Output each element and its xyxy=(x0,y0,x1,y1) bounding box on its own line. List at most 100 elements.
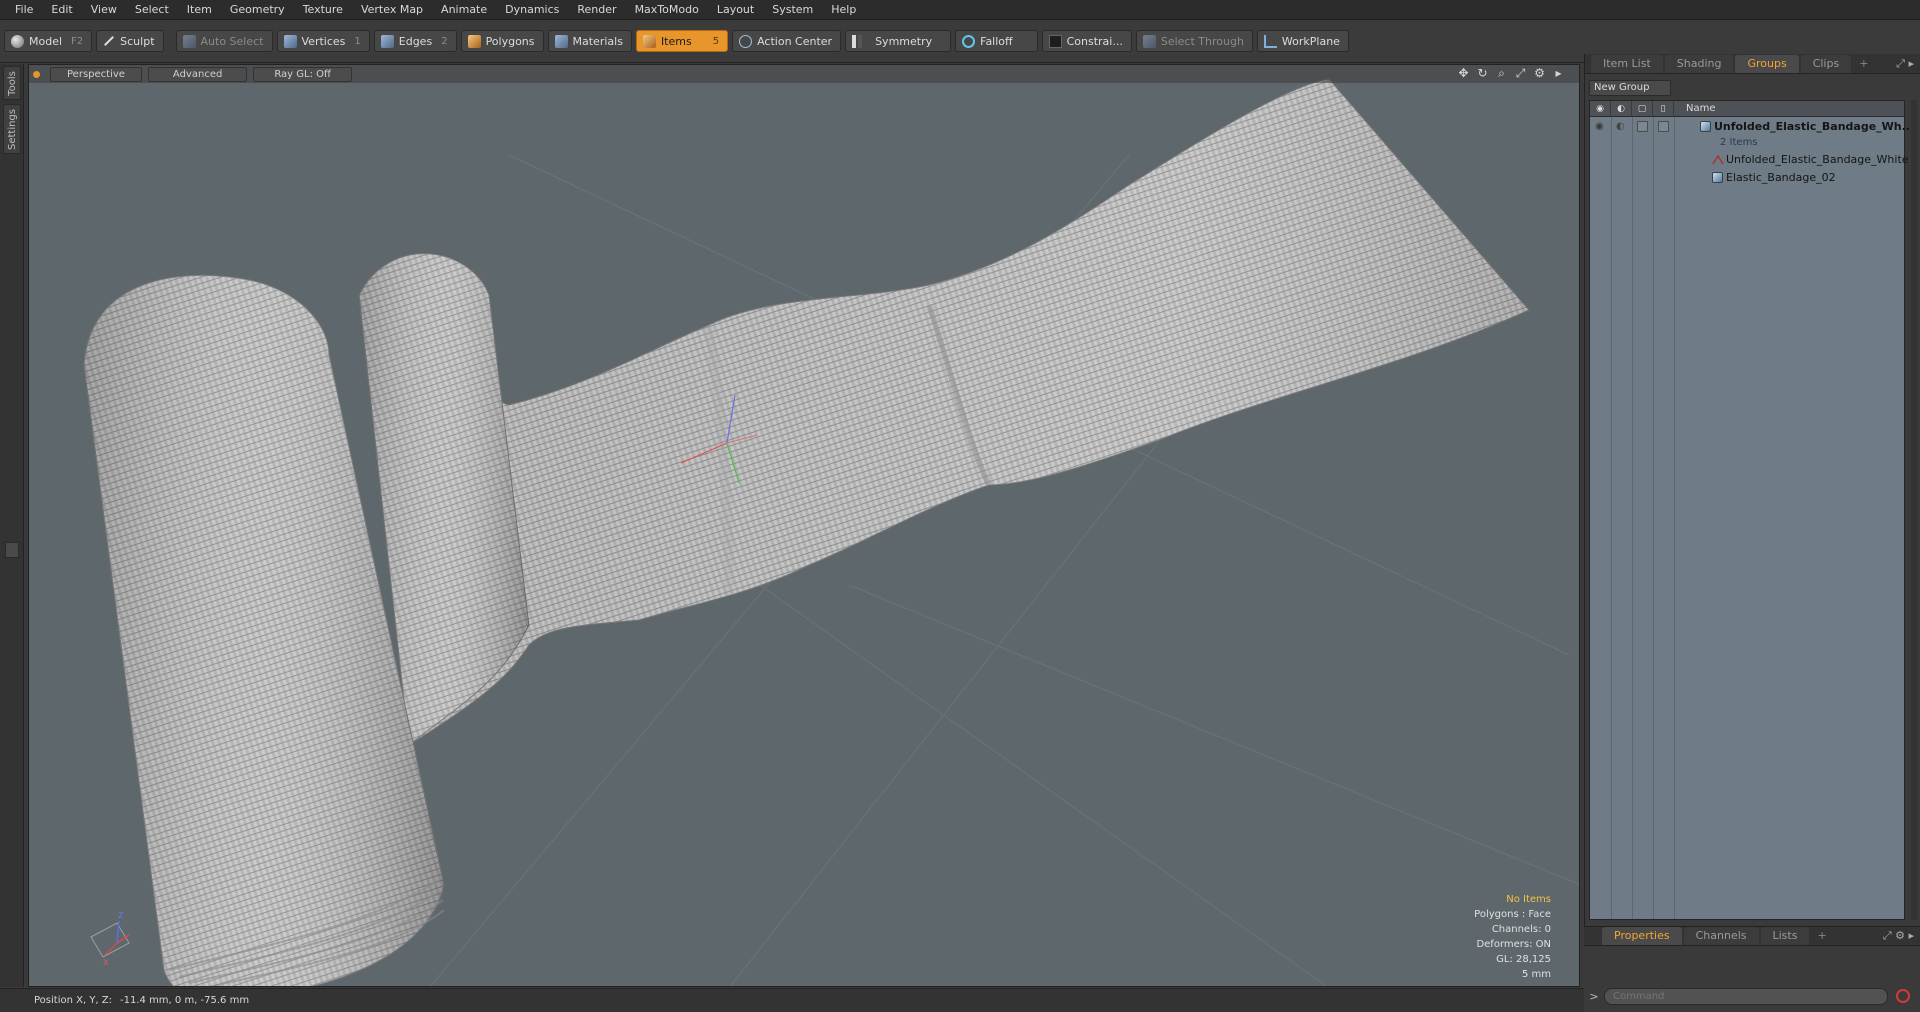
render-column-icon[interactable]: ◐ xyxy=(1611,100,1632,117)
group-list[interactable]: ◉ ◐ ▢ ▯ Name ◉ ◐ Unfolded_Elastic_Bandag… xyxy=(1589,100,1914,920)
viewport-scene: Z X xyxy=(83,78,1579,986)
viewport-menu-dot[interactable] xyxy=(33,70,40,78)
workplane-label: WorkPlane xyxy=(1281,34,1340,48)
polygons-info: Polygons : Face xyxy=(1474,909,1551,920)
strip-toggle-button[interactable] xyxy=(5,542,19,558)
menu-layout[interactable]: Layout xyxy=(708,0,763,20)
menu-system[interactable]: System xyxy=(763,0,822,20)
menu-select[interactable]: Select xyxy=(126,0,178,20)
symmetry-button[interactable]: Symmetry xyxy=(845,30,952,52)
channels-info: Channels: 0 xyxy=(1491,924,1551,935)
new-group-button[interactable]: New Group xyxy=(1589,80,1671,96)
render-eye-icon[interactable]: ◐ xyxy=(1616,121,1627,132)
vertex-icon xyxy=(283,34,297,48)
falloff-button[interactable]: Falloff xyxy=(955,30,1038,52)
group-list-scrollbar[interactable] xyxy=(1911,100,1917,920)
fit-icon[interactable]: ⤢ xyxy=(1514,67,1527,80)
shading-mode-dropdown[interactable]: Advanced xyxy=(147,66,248,82)
constraints-button[interactable]: Constrai... xyxy=(1041,30,1132,52)
tab-shading[interactable]: Shading xyxy=(1664,54,1734,73)
materials-label: Materials xyxy=(572,34,623,48)
action-center-button[interactable]: Action Center xyxy=(732,30,842,52)
viewport-more-icon[interactable]: ▸ xyxy=(1552,67,1565,80)
viewport-header: Perspective Advanced Ray GL: Off ✥ ↻ ⌕ ⤢… xyxy=(29,65,1579,83)
tab-properties[interactable]: Properties xyxy=(1602,927,1682,945)
tab-lists[interactable]: Lists xyxy=(1760,927,1810,945)
model-mode-button[interactable]: Model F2 xyxy=(4,30,93,52)
sculpt-mode-button[interactable]: Sculpt xyxy=(96,30,164,52)
add-properties-tab-button[interactable]: + xyxy=(1811,927,1832,945)
command-stop-icon[interactable] xyxy=(1896,989,1910,1003)
menu-texture[interactable]: Texture xyxy=(294,0,352,20)
panel-expand-icon[interactable]: ⤢ ▸ xyxy=(1896,57,1914,71)
menu-maxtomodo[interactable]: MaxToModo xyxy=(626,0,708,20)
menu-help[interactable]: Help xyxy=(822,0,865,20)
settings-tab-label: Settings xyxy=(6,108,18,150)
tab-channels[interactable]: Channels xyxy=(1683,927,1759,945)
workplane-button[interactable]: WorkPlane xyxy=(1256,30,1349,52)
tab-clips[interactable]: Clips xyxy=(1800,54,1852,73)
brush-icon xyxy=(104,36,115,46)
select-column-icon[interactable]: ▯ xyxy=(1653,100,1674,117)
group-name: Unfolded_Elastic_Bandage_Wh... xyxy=(1714,120,1915,133)
visibility-column-icon[interactable]: ◉ xyxy=(1590,100,1611,117)
viewport-settings-icon[interactable]: ⚙ xyxy=(1533,67,1546,80)
zoom-icon[interactable]: ⌕ xyxy=(1495,67,1508,80)
auto-select-button[interactable]: Auto Select xyxy=(175,30,273,52)
polygons-button[interactable]: Polygons xyxy=(460,30,544,52)
select-through-button[interactable]: Select Through xyxy=(1135,30,1253,52)
add-tab-button[interactable]: + xyxy=(1853,55,1874,73)
position-label: Position X, Y, Z: xyxy=(34,995,113,1006)
model-shortcut: F2 xyxy=(71,35,84,47)
item-icon xyxy=(642,34,656,48)
group-item-count: 2 Items xyxy=(1720,137,1758,148)
menu-geometry[interactable]: Geometry xyxy=(221,0,294,20)
pan-icon[interactable]: ✥ xyxy=(1457,67,1470,80)
menu-dynamics[interactable]: Dynamics xyxy=(496,0,568,20)
lock-checkbox[interactable] xyxy=(1637,121,1648,132)
group-count-row: 2 Items xyxy=(1590,134,1906,151)
group-child-row[interactable]: Elastic_Bandage_02 xyxy=(1590,169,1906,186)
menu-vertex-map[interactable]: Vertex Map xyxy=(352,0,432,20)
lock-column-icon[interactable]: ▢ xyxy=(1632,100,1653,117)
menu-edit[interactable]: Edit xyxy=(42,0,81,20)
menu-file[interactable]: File xyxy=(6,0,42,20)
menu-animate[interactable]: Animate xyxy=(432,0,496,20)
rotate-icon[interactable]: ↻ xyxy=(1476,67,1489,80)
raygl-dropdown[interactable]: Ray GL: Off xyxy=(253,66,352,82)
group-child-row[interactable]: Unfolded_Elastic_Bandage_White xyxy=(1590,151,1909,168)
mesh-group-icon xyxy=(1712,172,1723,183)
tools-tab[interactable]: Tools xyxy=(3,66,21,100)
select-checkbox[interactable] xyxy=(1658,121,1669,132)
settings-tab[interactable]: Settings xyxy=(3,104,21,154)
tab-groups[interactable]: Groups xyxy=(1735,54,1799,73)
tab-item-list[interactable]: Item List xyxy=(1591,54,1663,73)
sculpt-label: Sculpt xyxy=(120,34,155,48)
materials-button[interactable]: Materials xyxy=(547,30,632,52)
position-value: -11.4 mm, 0 m, -75.6 mm xyxy=(120,995,250,1006)
action-center-label: Action Center xyxy=(757,34,833,48)
menu-item[interactable]: Item xyxy=(178,0,221,20)
edges-button[interactable]: Edges 2 xyxy=(373,30,457,52)
properties-panel: Properties Channels Lists + ⤢ ⚙ ▸ > xyxy=(1584,926,1920,1012)
auto-select-label: Auto Select xyxy=(200,34,264,48)
command-bar: > xyxy=(1584,984,1920,1008)
workplane-icon xyxy=(1263,34,1277,48)
vertices-button[interactable]: Vertices 1 xyxy=(276,30,370,52)
vertices-shortcut: 1 xyxy=(354,35,361,47)
name-column-header[interactable]: Name xyxy=(1674,103,1716,114)
command-input[interactable] xyxy=(1604,987,1888,1005)
properties-expand-icon[interactable]: ⤢ ⚙ ▸ xyxy=(1883,929,1914,943)
axis-z-label: Z xyxy=(118,911,124,920)
menu-render[interactable]: Render xyxy=(568,0,625,20)
3d-viewport[interactable]: Z X Perspective Advanced Ray GL: Off ✥ ↻… xyxy=(28,64,1580,987)
view-mode-dropdown[interactable]: Perspective xyxy=(50,66,142,82)
constraints-label: Constrai... xyxy=(1066,34,1123,48)
menu-view[interactable]: View xyxy=(82,0,126,20)
items-button[interactable]: Items 5 xyxy=(635,30,729,52)
visibility-eye-icon[interactable]: ◉ xyxy=(1595,121,1606,132)
constraint-icon xyxy=(1048,34,1062,48)
group-row[interactable]: ◉ ◐ Unfolded_Elastic_Bandage_Wh... xyxy=(1590,118,1914,135)
edges-shortcut: 2 xyxy=(441,35,448,47)
crosshair-icon xyxy=(739,34,753,48)
